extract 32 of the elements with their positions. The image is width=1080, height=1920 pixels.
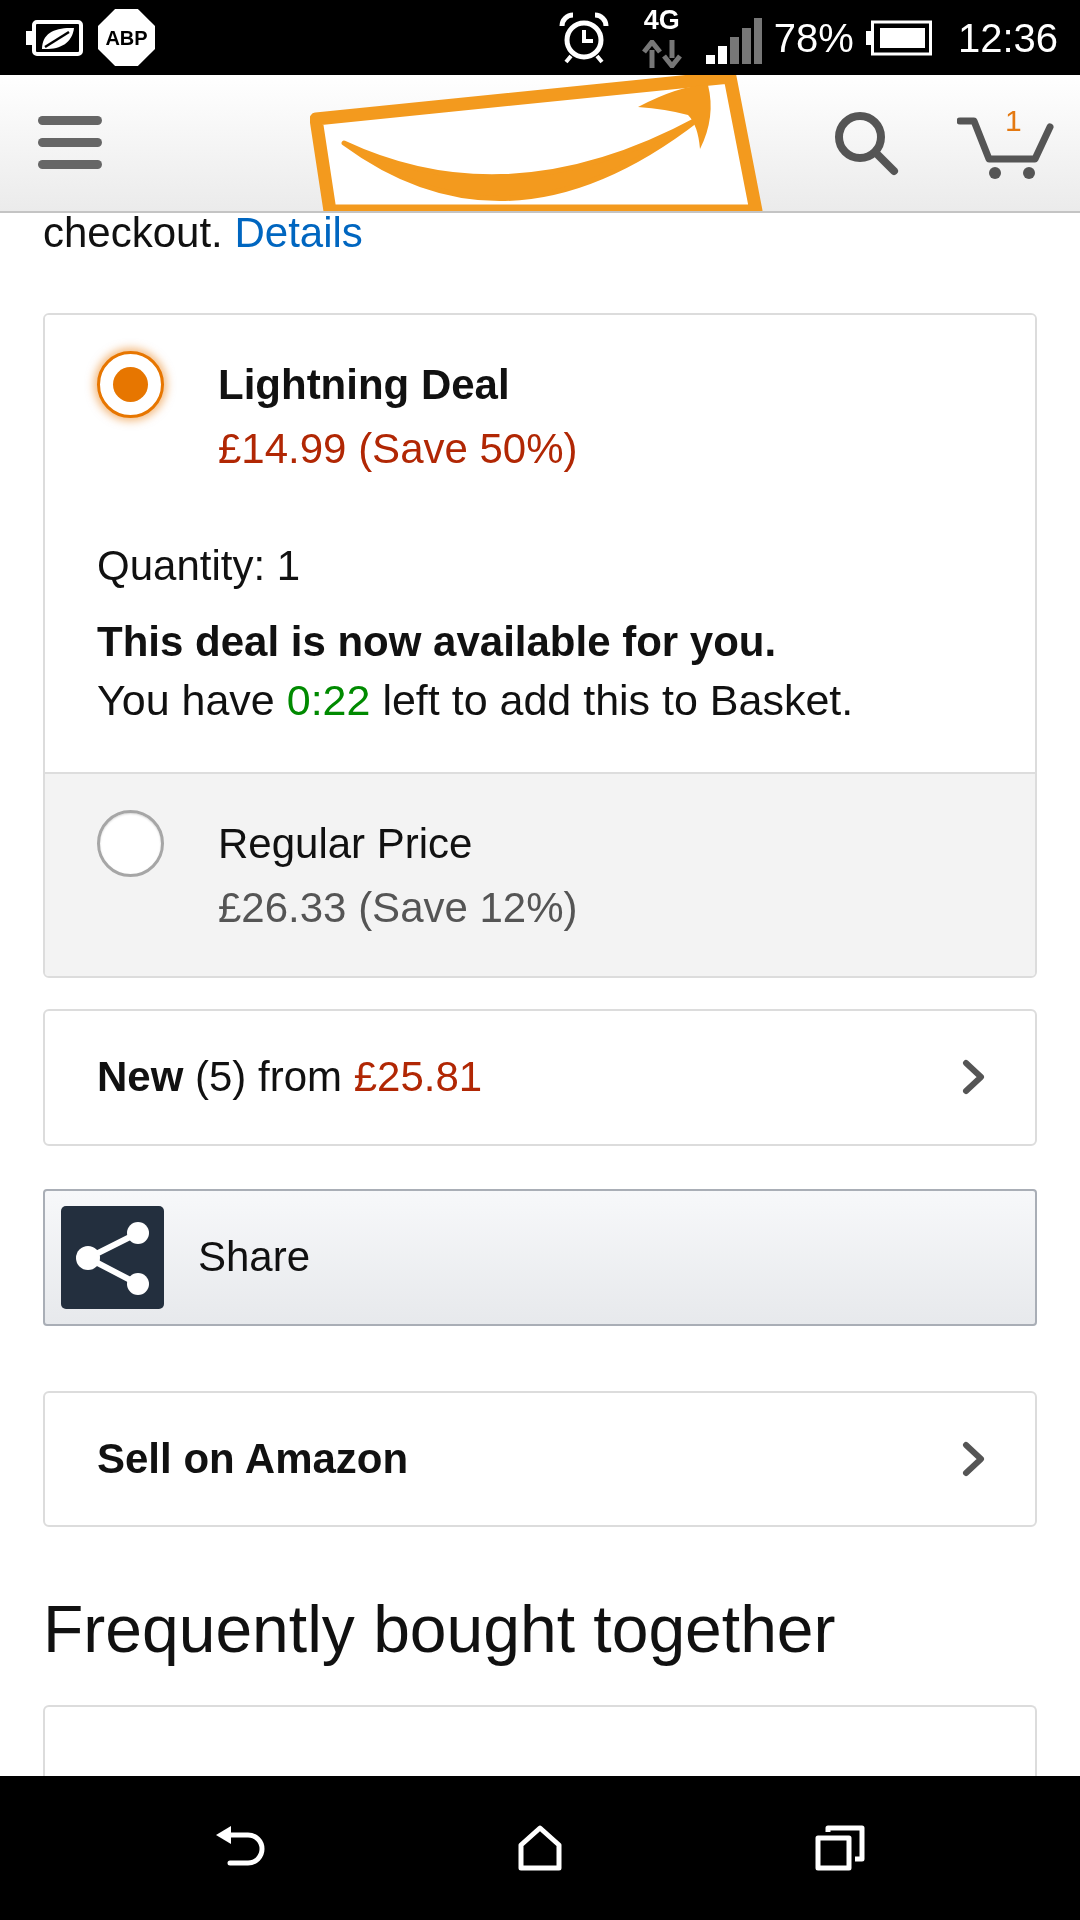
alarm-clock-icon <box>557 10 610 65</box>
signal-icon <box>705 17 762 64</box>
chevron-right-icon <box>961 1440 987 1477</box>
sell-on-amazon-link[interactable]: Sell on Amazon <box>43 1390 1037 1527</box>
offer-option[interactable]: Regular Price £26.33 (Save 12%) <box>45 772 1035 976</box>
clock-time: 12:36 <box>957 14 1058 62</box>
deal-notice: This deal is now available for you. <box>97 618 777 666</box>
battery-percent: 78% <box>773 14 854 62</box>
details-link[interactable]: Details <box>234 213 363 256</box>
battery-saver-icon <box>26 19 83 56</box>
recent-apps-icon[interactable] <box>815 1825 865 1871</box>
offer-title: Lightning Deal <box>218 361 510 409</box>
radio-button[interactable] <box>97 351 164 418</box>
countdown-message: You have 0:22 left to add this to Basket. <box>97 676 854 724</box>
chevron-right-icon <box>961 1059 987 1096</box>
home-icon[interactable] <box>518 1825 562 1871</box>
offer-title: Regular Price <box>218 820 473 868</box>
section-title: Frequently bought together <box>43 1591 836 1667</box>
menu-icon[interactable] <box>38 116 102 170</box>
battery-icon <box>865 19 932 56</box>
share-button[interactable]: Share <box>43 1188 1037 1326</box>
checkout-note: checkout. Details <box>43 213 363 253</box>
offer-price: £26.33 (Save 12%) <box>218 884 578 932</box>
quantity-label: Quantity: 1 <box>97 542 301 590</box>
new-offers-link[interactable]: New (5) from £25.81 <box>43 1008 1037 1146</box>
cart-count: 1 <box>1005 105 1022 137</box>
adblock-badge: ABP <box>98 9 155 66</box>
offer-price: £14.99 (Save 50%) <box>218 425 578 473</box>
share-icon <box>61 1205 164 1309</box>
data-arrows-icon <box>641 40 682 68</box>
network-type: 4G <box>643 7 680 34</box>
search-icon[interactable] <box>833 110 899 176</box>
